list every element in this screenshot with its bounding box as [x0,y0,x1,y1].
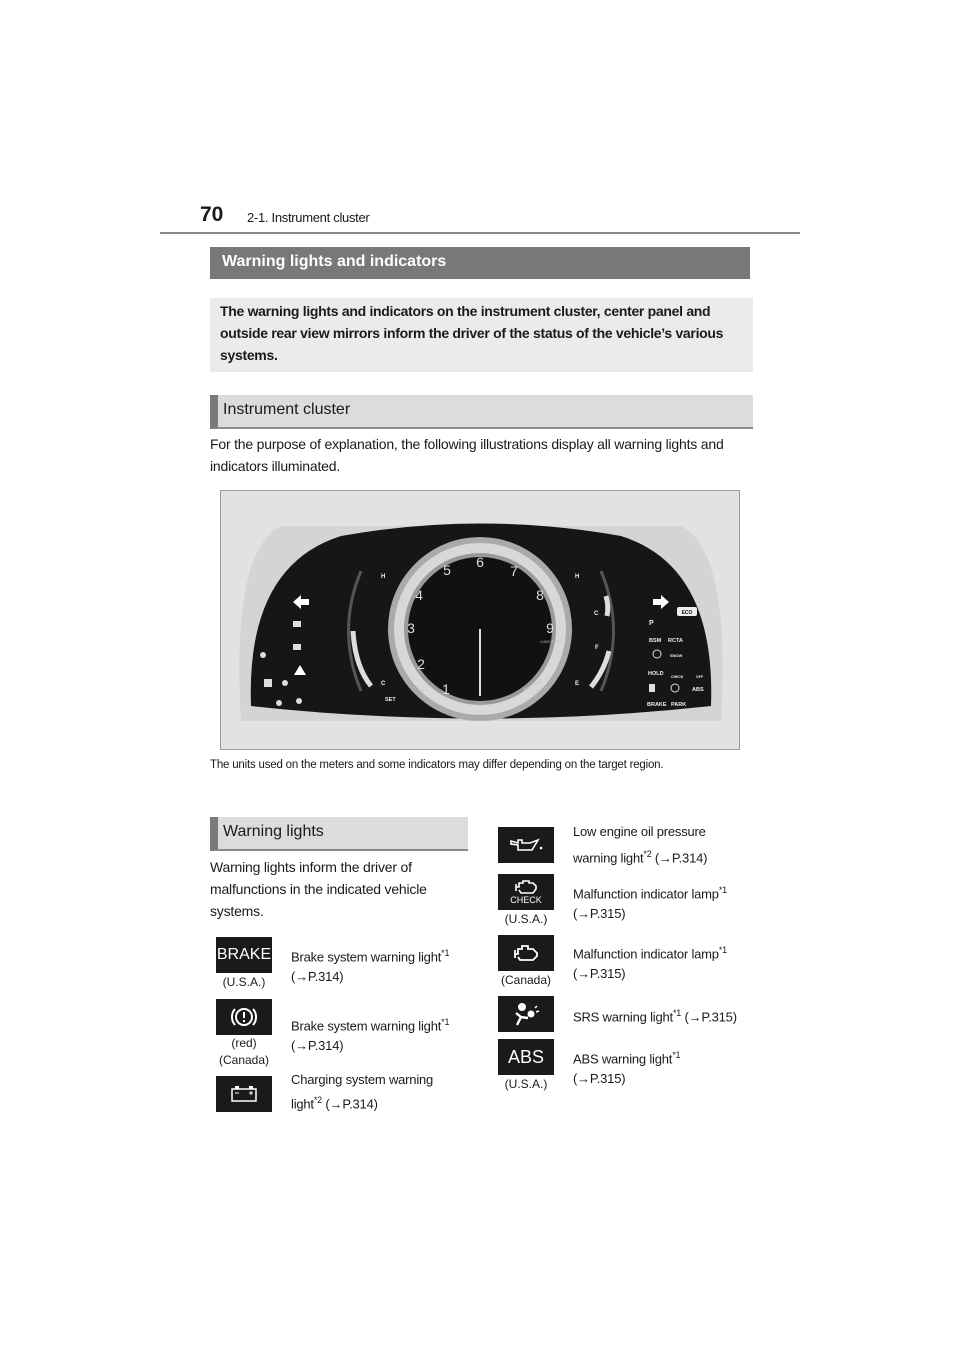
hold-indicator: HOLD [648,671,664,677]
tach-number: 5 [443,562,451,578]
off-indicator: OFF [696,675,704,679]
brake-indicator: BRAKE [647,702,667,708]
rpm-unit: ×1000 RPM [539,639,560,644]
oil-can-icon [498,827,554,863]
warning-light-description: Brake system warning light*1 (→P.314) [291,948,450,985]
page-title: Warning lights and indicators [210,247,750,279]
parking-sensor-indicator: P [649,620,654,627]
warning-light-description: Malfunction indicator lamp*1 (→P.315) [573,885,727,922]
icon-text: CHECK [510,895,542,905]
rcta-indicator: RCTA [668,638,683,644]
bsm-indicator: BSM [649,638,662,644]
section-title: 2-1. Instrument cluster [247,210,370,225]
tach-number: 7 [510,563,518,579]
region-label: (Canada) [500,973,552,987]
warning-light-description: SRS warning light*1 (→P.315) [573,1008,737,1025]
set-indicator: SET [385,697,396,703]
check-indicator: CHECK [671,675,684,679]
tach-number: 2 [417,656,425,672]
abs-indicator: ABS [692,687,704,693]
gauge-label: H [575,574,579,580]
intro-box: The warning lights and indicators on the… [210,298,753,372]
region-label: (Canada) [218,1053,270,1067]
srs-airbag-icon [498,996,554,1032]
icon-text: BRAKE [216,946,272,963]
illustration-caption: The units used on the meters and some in… [210,759,664,771]
page-number: 70 [200,203,224,226]
instrument-cluster-paragraph: For the purpose of explanation, the foll… [210,436,724,474]
eco-indicator: ECO [682,610,693,616]
warning-light-description: ABS warning light*1 (→P.315) [573,1050,681,1087]
park-indicator: PARK [671,702,686,708]
header-divider [160,232,800,234]
tach-number: 4 [415,587,423,603]
tach-number: 9 [546,620,554,636]
gauge-label: E [575,681,579,687]
tach-number: 1 [442,681,450,697]
icon-text: ABS [507,1046,545,1067]
warning-light-description: Low engine oil pressure warning light*2 (… [573,824,708,866]
battery-icon [216,1076,272,1112]
abs-text-icon: ABS [498,1039,554,1075]
snow-indicator: SNOW [670,653,683,658]
warning-light-description: Malfunction indicator lamp*1 (→P.315) [573,945,727,982]
warning-lights-heading: Warning lights [210,817,468,851]
warning-lights-paragraph: Warning lights inform the driver of malf… [210,859,427,919]
instrument-cluster-heading: Instrument cluster [210,395,753,429]
brake-text-icon: BRAKE [216,937,272,973]
instrument-cluster-illustration: 1 2 3 4 5 6 7 8 9 ×1000 RPM Normal H C H… [220,490,740,750]
tach-number: 8 [536,587,544,603]
region-label: (U.S.A.) [504,1077,548,1091]
gauge-label: F [595,645,599,651]
gauge-label: C [381,681,386,687]
gauge-label: H [381,574,385,580]
region-label: (U.S.A.) [222,975,266,989]
region-label: (U.S.A.) [504,912,548,926]
warning-light-description: Brake system warning light*1 (→P.314) [291,1017,450,1054]
warning-light-description: Charging system warning light*2 (→P.314) [291,1072,434,1112]
brake-circle-icon [216,999,272,1035]
region-label: (red) [231,1036,257,1050]
gauge-label: C [594,611,599,617]
engine-check-icon: CHECK [498,874,554,910]
tach-number: 3 [407,620,415,636]
engine-icon [498,935,554,971]
tach-number: 6 [476,554,484,570]
